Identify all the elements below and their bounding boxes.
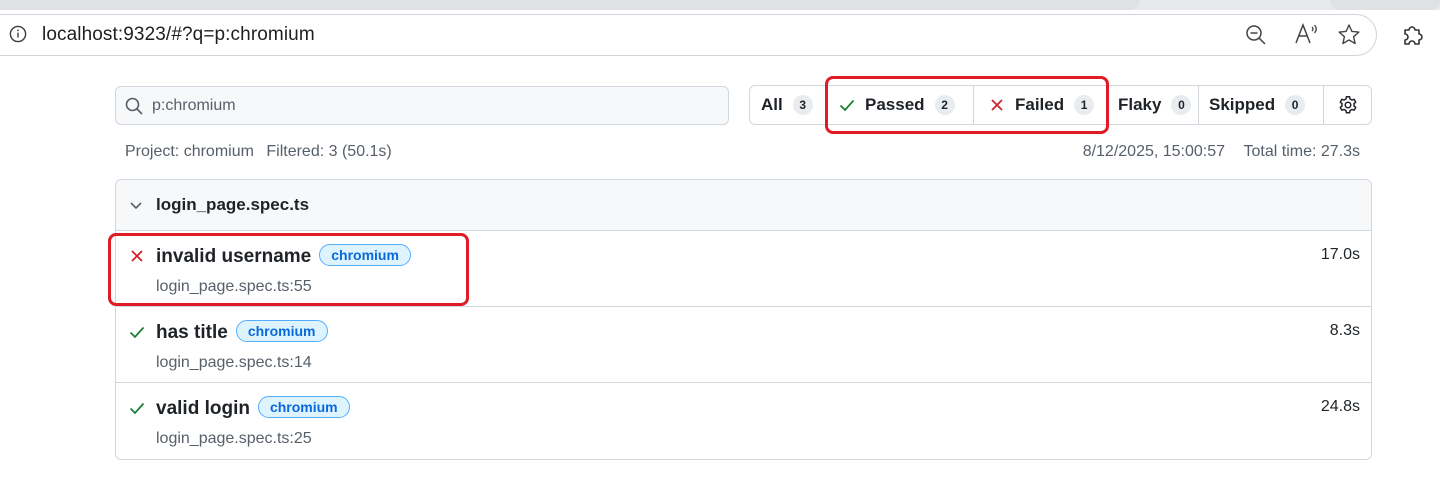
test-title-wrap: valid login chromium (156, 396, 350, 420)
filter-skipped-button[interactable]: Skipped 0 (1199, 86, 1324, 124)
test-title-wrap: invalid username chromium (156, 244, 411, 268)
test-row[interactable]: invalid username chromium login_page.spec… (116, 231, 1371, 307)
project-tag[interactable]: chromium (319, 244, 411, 266)
filter-flaky-count: 0 (1171, 95, 1192, 115)
filter-passed-count: 2 (934, 95, 955, 115)
project-label: Project: chromium (125, 143, 254, 160)
test-location: login_page.spec.ts:14 (156, 354, 312, 371)
test-duration: 8.3s (1329, 322, 1360, 339)
tab-strip (0, 0, 1440, 10)
gear-icon (1339, 96, 1356, 114)
project-summary: Project: chromium Filtered: 3 (50.1s) (125, 143, 400, 161)
run-summary: 8/12/2025, 15:00:57 Total time: 27.3s (1069, 143, 1360, 161)
test-file-header[interactable]: login_page.spec.ts (116, 180, 1371, 231)
check-icon (839, 99, 855, 112)
test-title[interactable]: valid login (156, 398, 250, 419)
favorite-star-icon[interactable] (1336, 22, 1362, 48)
filter-flaky-button[interactable]: Flaky 0 (1108, 86, 1199, 124)
check-icon (129, 326, 145, 339)
run-date: 8/12/2025, 15:00:57 (1082, 143, 1226, 160)
zoom-out-icon[interactable] (1244, 23, 1268, 47)
filter-failed-label: Failed (1015, 95, 1065, 114)
test-location: login_page.spec.ts:25 (156, 430, 312, 447)
test-location: login_page.spec.ts:55 (156, 278, 312, 295)
extensions-icon[interactable] (1400, 21, 1426, 47)
filter-all-button[interactable]: All 3 (750, 86, 826, 124)
test-duration: 17.0s (1320, 246, 1360, 263)
filter-passed-button[interactable]: Passed 2 (826, 86, 974, 124)
filter-failed-button[interactable]: Failed 1 (974, 86, 1108, 124)
filter-all-count: 3 (792, 95, 813, 115)
test-duration: 24.8s (1320, 398, 1360, 415)
read-aloud-icon[interactable] (1293, 22, 1319, 46)
settings-button[interactable] (1324, 86, 1371, 124)
test-file-group: login_page.spec.ts invalid username chrom… (115, 179, 1372, 460)
chevron-down-icon (130, 202, 142, 210)
filter-flaky-label: Flaky (1118, 95, 1162, 114)
filter-failed-count: 1 (1074, 95, 1095, 115)
project-tag[interactable]: chromium (235, 320, 328, 342)
total-time: Total time: 27.3s (1243, 143, 1361, 160)
filter-skipped-label: Skipped (1209, 95, 1276, 114)
filter-all-label: All (761, 95, 783, 114)
info-icon[interactable] (9, 25, 27, 43)
project-tag[interactable]: chromium (257, 396, 350, 418)
test-title-wrap: has title chromium (156, 320, 328, 344)
filtered-label: Filtered: 3 (50.1s) (266, 143, 392, 160)
status-filter-bar: All 3 Passed 2 Failed 1 Flaky 0 Skipped … (749, 85, 1372, 125)
x-icon (131, 250, 143, 262)
tab-strip-shape (0, 0, 1140, 10)
address-bar-url[interactable]: localhost:9323/#?q=p:chromium (42, 24, 315, 46)
test-row[interactable]: valid login chromium login_page.spec.ts:2… (116, 383, 1371, 459)
filter-skipped-count: 0 (1285, 95, 1306, 115)
search-icon (125, 97, 143, 115)
filter-passed-label: Passed (865, 95, 925, 114)
search-box[interactable] (115, 86, 729, 125)
check-icon (129, 402, 145, 415)
test-title[interactable]: has title (156, 322, 228, 343)
tab-strip-shape-right (1330, 0, 1440, 10)
test-row[interactable]: has title chromium login_page.spec.ts:14 … (116, 307, 1371, 383)
search-input[interactable] (152, 87, 722, 124)
test-title[interactable]: invalid username (156, 246, 311, 267)
test-file-title: login_page.spec.ts (156, 195, 310, 214)
x-icon (991, 99, 1003, 111)
